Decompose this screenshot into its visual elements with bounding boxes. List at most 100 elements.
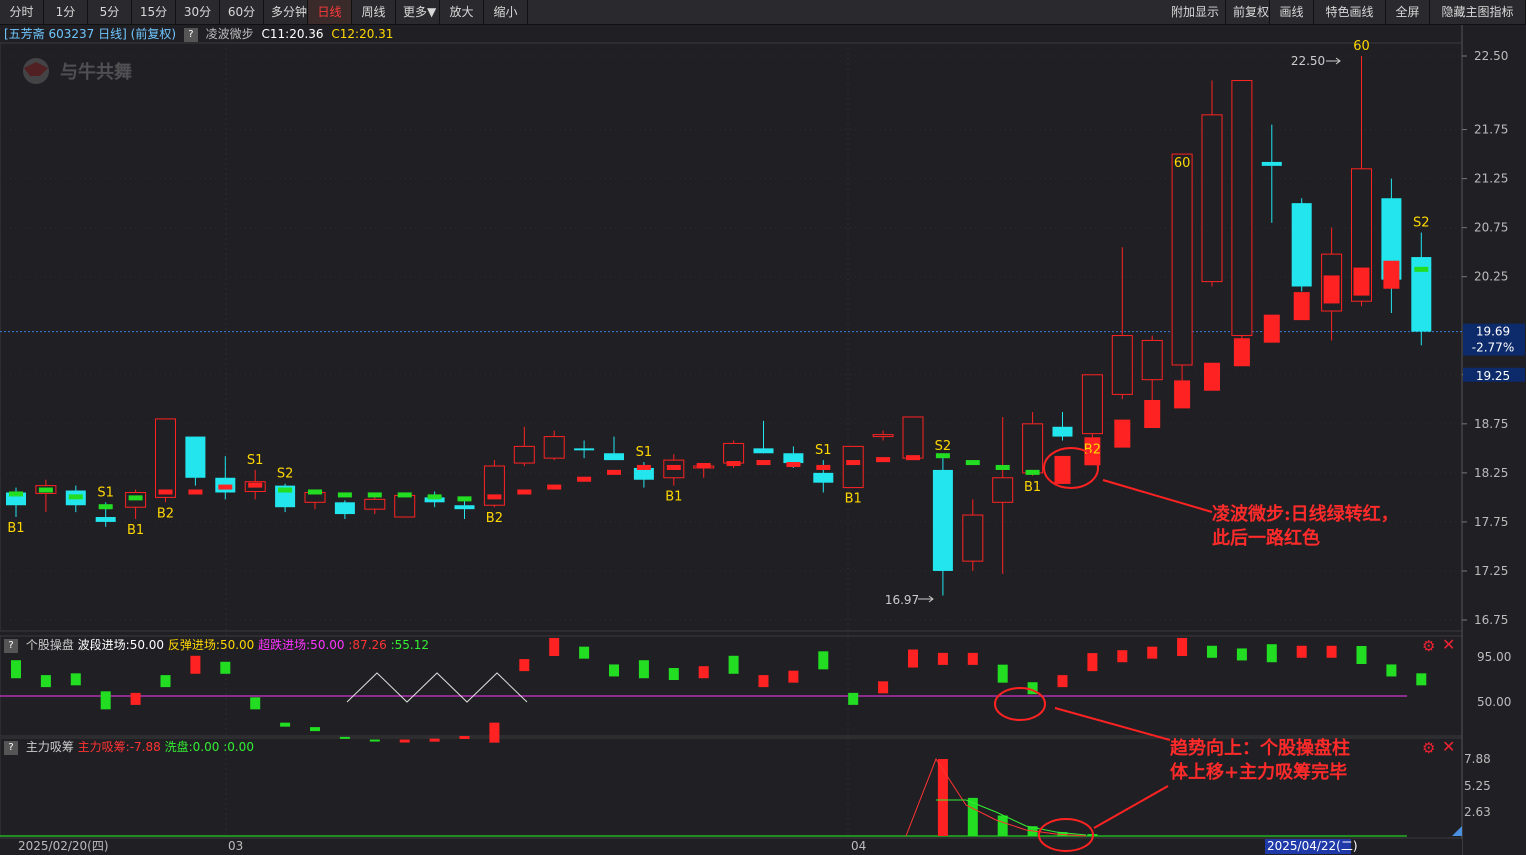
price-tick-label-4: 20.25 [1474,270,1508,284]
date-label-cursor: 2025/04/22(二) [1267,839,1358,853]
candle-body-6 [185,436,206,478]
lbwb-mark-15 [457,496,472,502]
candle-body-32 [962,514,984,562]
signal-label-5: S2 [277,467,294,482]
lbwb-mark-37 [1114,419,1131,448]
osc1-tick-50: 50.00 [1477,695,1511,709]
date-label-04: 04 [851,839,866,853]
osc1-bar-0 [11,660,21,679]
lbwb-mark-46 [1383,260,1400,289]
current-pct-label: -2.77% [1472,341,1514,355]
lbwb-mark-38 [1144,400,1161,429]
osc1-value-a: 波段进场:50.00 [77,638,165,652]
lbwb-mark-25 [756,460,771,466]
lbwb-mark-23 [696,463,711,469]
osc1-bar-38 [1147,646,1158,659]
date-axis-bg [0,839,1462,855]
candle-body-34 [1022,423,1044,474]
osc1-bar-1 [40,675,51,688]
osc1-bar-13 [399,739,410,743]
osc2-close-icon[interactable]: ✕ [1442,739,1455,755]
candle-body-5 [155,418,176,498]
lbwb-mark-27 [816,464,831,470]
signal-label-9: S1 [815,443,832,458]
osc2-line-green [936,799,1087,836]
osc2-name[interactable]: 主力吸筹 [26,740,74,754]
candle-body-15 [454,505,475,510]
min-price-label: 16.97 [885,593,919,607]
date-label-start: 2025/02/20(四) [18,839,109,853]
osc1-bar-18 [549,638,560,656]
candle-body-18 [543,436,565,459]
candle-body-43 [1291,203,1312,287]
lbwb-mark-34 [1025,469,1040,475]
lbwb-mark-12 [367,492,382,498]
osc1-bar-5 [160,675,171,688]
min-arrow-icon [918,595,934,603]
price-tick-label-2: 21.25 [1474,172,1508,186]
candle-body-3 [95,517,116,522]
osc2-settings-gear-icon[interactable]: ⚙ [1422,740,1435,756]
candle-body-27 [813,472,834,483]
osc1-settings-gear-icon[interactable]: ⚙ [1422,638,1435,654]
candle-body-28 [842,445,864,489]
lbwb-mark-10 [308,489,322,495]
lbwb-mark-8 [248,482,263,488]
price-tick-label-7: 18.25 [1474,466,1508,480]
date-label-03: 03 [228,839,243,853]
price-tick-label-9: 17.25 [1474,564,1508,578]
lbwb-mark-7 [218,484,233,490]
osc1-bar-16 [489,722,500,743]
osc1-bar-22 [668,668,679,680]
osc2-tick-525: 5.25 [1464,779,1491,793]
osc1-bar-3 [100,691,111,710]
lbwb-mark-17 [517,489,532,495]
osc1-help-button[interactable]: ? [4,638,18,653]
osc1-bar-42 [1266,644,1277,663]
kline-chart[interactable]: 22.50 21.75 21.25 20.75 20.25 19.25 18.75 18.25… [0,0,1526,855]
osc2-title-bar: ? 主力吸筹 主力吸筹:-7.88 洗盘:0.00 :0.00 [0,739,254,755]
osc1-bar-44 [1326,645,1337,658]
osc1-bar-11 [339,736,350,739]
osc1-value-c: 超跌进场:50.00 [258,638,345,652]
lbwb-mark-30 [906,455,920,461]
lbwb-mark-21 [636,464,651,470]
candle-body-31 [932,469,953,571]
signal-label-6: B2 [486,511,503,526]
annotation-pointer-3 [1093,785,1169,829]
candle-body-19 [574,448,595,451]
price-tick-label-0: 22.50 [1474,49,1508,63]
osc1-value-e: :55.12 [390,638,430,652]
lbwb-mark-3 [98,504,113,510]
candle-body-13 [394,494,416,518]
annotation-ellipse-osc1 [994,687,1046,721]
osc1-close-icon[interactable]: ✕ [1442,637,1455,653]
lbwb-mark-28 [846,460,861,466]
lbwb-mark-40 [1204,362,1220,391]
candle-body-35 [1052,426,1073,437]
osc1-bar-7 [220,661,231,674]
osc1-bar-30 [908,649,918,668]
osc2-value-b: 7.88 [134,740,161,754]
osc1-bar-25 [758,675,769,688]
signal-label-8: B1 [665,490,682,505]
osc1-bar-41 [1236,648,1247,661]
candle-body-30 [902,416,924,459]
osc1-bar-33 [997,664,1008,683]
signal-label-2: B1 [127,523,144,538]
osc1-bar-21 [638,660,649,679]
osc1-name[interactable]: 个股操盘 [26,638,74,652]
annotation-pointer-1 [1102,479,1213,513]
osc1-value-b: 反弹进场:50.00 [167,638,255,652]
candle-body-12 [364,498,386,510]
osc1-bar-17 [519,659,530,672]
osc2-help-button[interactable]: ? [4,740,18,755]
annotation-ellipse-b2 [1043,447,1099,489]
lbwb-mark-42 [1263,314,1280,343]
osc1-bar-27 [818,651,829,670]
signal-label-7: S1 [636,445,653,460]
candle-body-11 [334,502,355,515]
osc2-line-red [905,757,1087,837]
candle-body-33 [992,477,1014,503]
lbwb-mark-33 [995,464,1010,470]
